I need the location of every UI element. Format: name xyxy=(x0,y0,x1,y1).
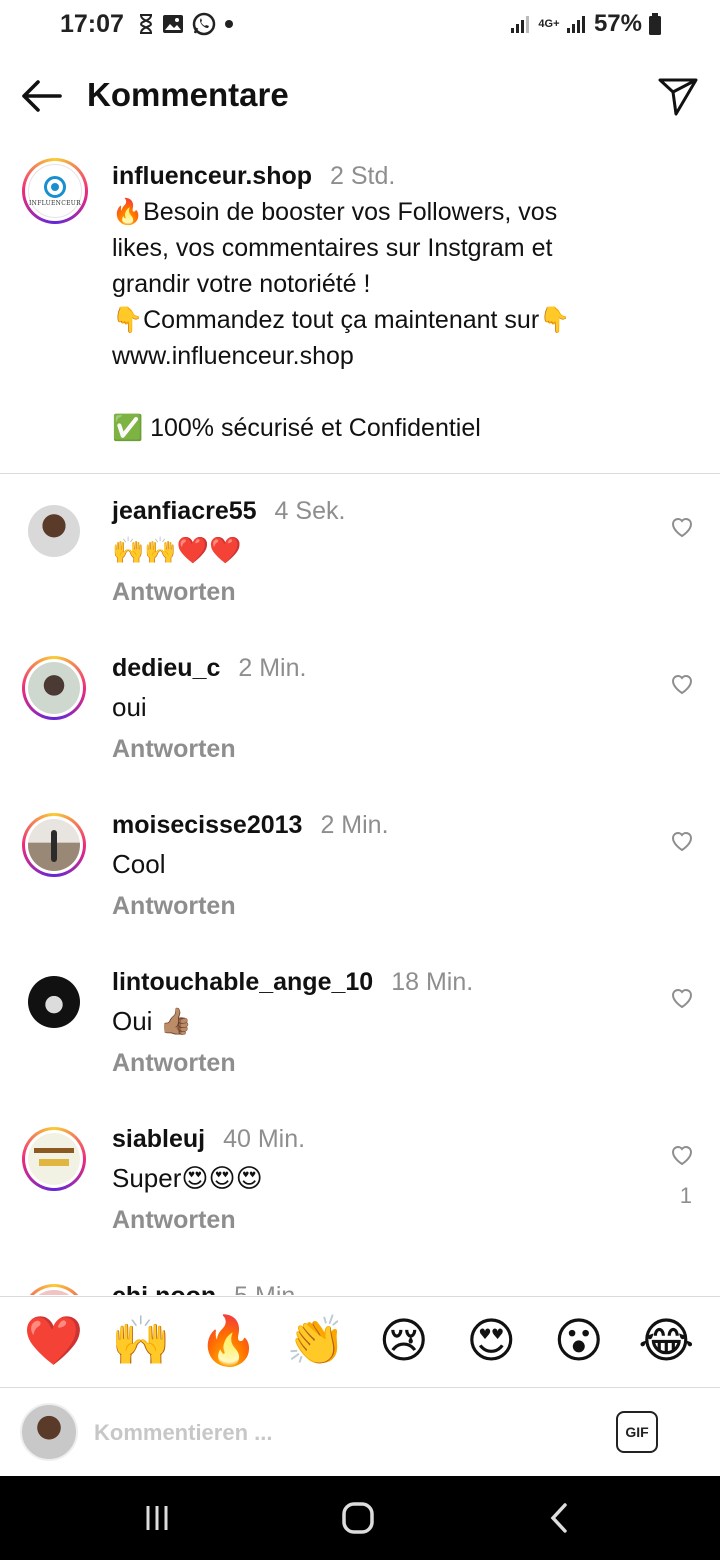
arrow-left-icon xyxy=(22,80,62,112)
avatar[interactable] xyxy=(22,813,86,877)
caption-line: grandir votre notoriété ! xyxy=(112,270,371,298)
recent-apps-icon xyxy=(146,1506,168,1530)
surprised-emoji-button[interactable]: 😮 xyxy=(547,1318,611,1366)
comment-input-bar: GIF xyxy=(0,1389,720,1476)
caption-line: 🔥Besoin de booster vos Followers, vos xyxy=(112,198,558,226)
comment-input[interactable] xyxy=(94,1415,594,1451)
share-button[interactable] xyxy=(656,74,700,118)
logo-eye-icon xyxy=(44,175,66,198)
signal-icon xyxy=(566,14,588,34)
quick-emoji-bar: ❤️ 🙌 🔥 👏 😢 😍 😮 😂 xyxy=(0,1296,720,1388)
chevron-left-icon xyxy=(550,1503,567,1533)
caption-line: likes, vos commentaires sur Instgram et xyxy=(112,234,553,262)
comment-list[interactable]: jeanfiacre55 4 Sek. 🙌🙌❤️❤️ Antworten dedi… xyxy=(0,475,720,1295)
caption-line xyxy=(112,374,702,410)
back-button[interactable] xyxy=(18,74,66,118)
reply-button[interactable]: Antworten xyxy=(112,735,236,764)
comment-username[interactable]: dedieu_c xyxy=(112,654,220,682)
home-icon xyxy=(342,1502,374,1534)
caption-link[interactable]: www.influenceur.shop xyxy=(112,338,702,374)
avatar[interactable] xyxy=(22,970,86,1034)
comment-text: Cool xyxy=(112,849,166,879)
signal-icon xyxy=(510,14,532,34)
comment-username[interactable]: moisecisse2013 xyxy=(112,811,302,839)
comment-item: chi.noon 5 Min. xyxy=(0,1260,720,1295)
image-icon xyxy=(162,14,184,34)
self-avatar xyxy=(20,1403,78,1461)
comment-item: jeanfiacre55 4 Sek. 🙌🙌❤️❤️ Antworten xyxy=(0,475,720,632)
gif-button[interactable]: GIF xyxy=(616,1411,658,1453)
hourglass-icon xyxy=(138,13,154,35)
comment-item: siableuj 40 Min. Super😍😍😍 Antworten 1 xyxy=(0,1103,720,1260)
whatsapp-icon xyxy=(192,12,216,36)
page-title: Kommentare xyxy=(87,76,289,113)
status-time: 17:07 xyxy=(60,10,124,38)
comment-time: 40 Min. xyxy=(223,1125,306,1153)
recent-apps-button[interactable] xyxy=(137,1498,177,1538)
comment-text: 🙌🙌❤️❤️ xyxy=(112,535,242,565)
comment-time: 18 Min. xyxy=(391,968,474,996)
comment-item: dedieu_c 2 Min. oui Antworten xyxy=(0,632,720,789)
caption-time: 2 Std. xyxy=(330,162,396,190)
caption-body: influenceur.shop 2 Std. 🔥Besoin de booste… xyxy=(112,158,702,446)
comment-text: oui xyxy=(112,692,147,722)
caption-username[interactable]: influenceur.shop xyxy=(112,162,312,190)
battery-icon xyxy=(648,12,662,36)
comment-text: Super😍😍😍 xyxy=(112,1163,263,1193)
comment-time: 2 Min. xyxy=(238,654,307,682)
like-count: 1 xyxy=(679,1183,692,1208)
heart-emoji-button[interactable]: ❤️ xyxy=(22,1318,86,1366)
heart-icon[interactable] xyxy=(670,829,694,853)
network-type: 4G+ xyxy=(538,17,560,30)
comment-username[interactable]: lintouchable_ange_10 xyxy=(112,968,373,996)
heart-icon[interactable] xyxy=(670,986,694,1010)
comment-username[interactable]: siableuj xyxy=(112,1125,205,1153)
comment-username[interactable]: jeanfiacre55 xyxy=(112,497,257,525)
system-nav-bar xyxy=(0,1476,720,1560)
logo-text: INFLUENCEUR xyxy=(29,199,81,207)
post-caption: INFLUENCEUR influenceur.shop 2 Std. 🔥Beso… xyxy=(0,150,720,474)
heart-eyes-emoji-button[interactable]: 😍 xyxy=(459,1318,523,1366)
header: Kommentare xyxy=(0,60,720,132)
comment-time: 4 Sek. xyxy=(274,497,346,525)
dot-icon xyxy=(224,19,234,29)
system-back-button[interactable] xyxy=(540,1498,580,1538)
battery-percent: 57% xyxy=(593,10,642,37)
reply-button[interactable]: Antworten xyxy=(112,1049,236,1078)
heart-icon[interactable] xyxy=(670,672,694,696)
comment-time: 5 Min. xyxy=(234,1282,302,1295)
heart-icon[interactable] xyxy=(670,1143,694,1167)
comment-text: Oui 👍🏽 xyxy=(112,1006,193,1036)
reply-button[interactable]: Antworten xyxy=(112,892,236,921)
crying-emoji-button[interactable]: 😢 xyxy=(372,1318,436,1366)
fire-emoji-button[interactable]: 🔥 xyxy=(197,1318,261,1366)
avatar[interactable] xyxy=(22,499,86,563)
comment-item: lintouchable_ange_10 18 Min. Oui 👍🏽 Antwo… xyxy=(0,946,720,1103)
comment-username[interactable]: chi.noon xyxy=(112,1282,216,1295)
comment-time: 2 Min. xyxy=(320,811,389,839)
clapping-emoji-button[interactable]: 👏 xyxy=(284,1318,348,1366)
laughing-emoji-button[interactable]: 😂 xyxy=(634,1318,698,1366)
avatar[interactable] xyxy=(22,1284,86,1295)
avatar[interactable] xyxy=(22,656,86,720)
reply-button[interactable]: Antworten xyxy=(112,1206,236,1235)
paper-plane-icon xyxy=(658,78,698,116)
raising-hands-emoji-button[interactable]: 🙌 xyxy=(109,1318,173,1366)
reply-button[interactable]: Antworten xyxy=(112,578,236,607)
influenceur-logo: INFLUENCEUR xyxy=(28,164,82,218)
caption-avatar[interactable]: INFLUENCEUR xyxy=(22,158,88,224)
comment-item: moisecisse2013 2 Min. Cool Antworten xyxy=(0,789,720,946)
avatar[interactable] xyxy=(22,1127,86,1191)
status-bar: 17:07 4G+ 57% xyxy=(0,0,720,52)
caption-line: 👇Commandez tout ça maintenant sur👇 xyxy=(112,306,571,334)
heart-icon[interactable] xyxy=(670,515,694,539)
caption-line: ✅ 100% sécurisé et Confidentiel xyxy=(112,414,481,442)
home-button[interactable] xyxy=(338,1498,378,1538)
